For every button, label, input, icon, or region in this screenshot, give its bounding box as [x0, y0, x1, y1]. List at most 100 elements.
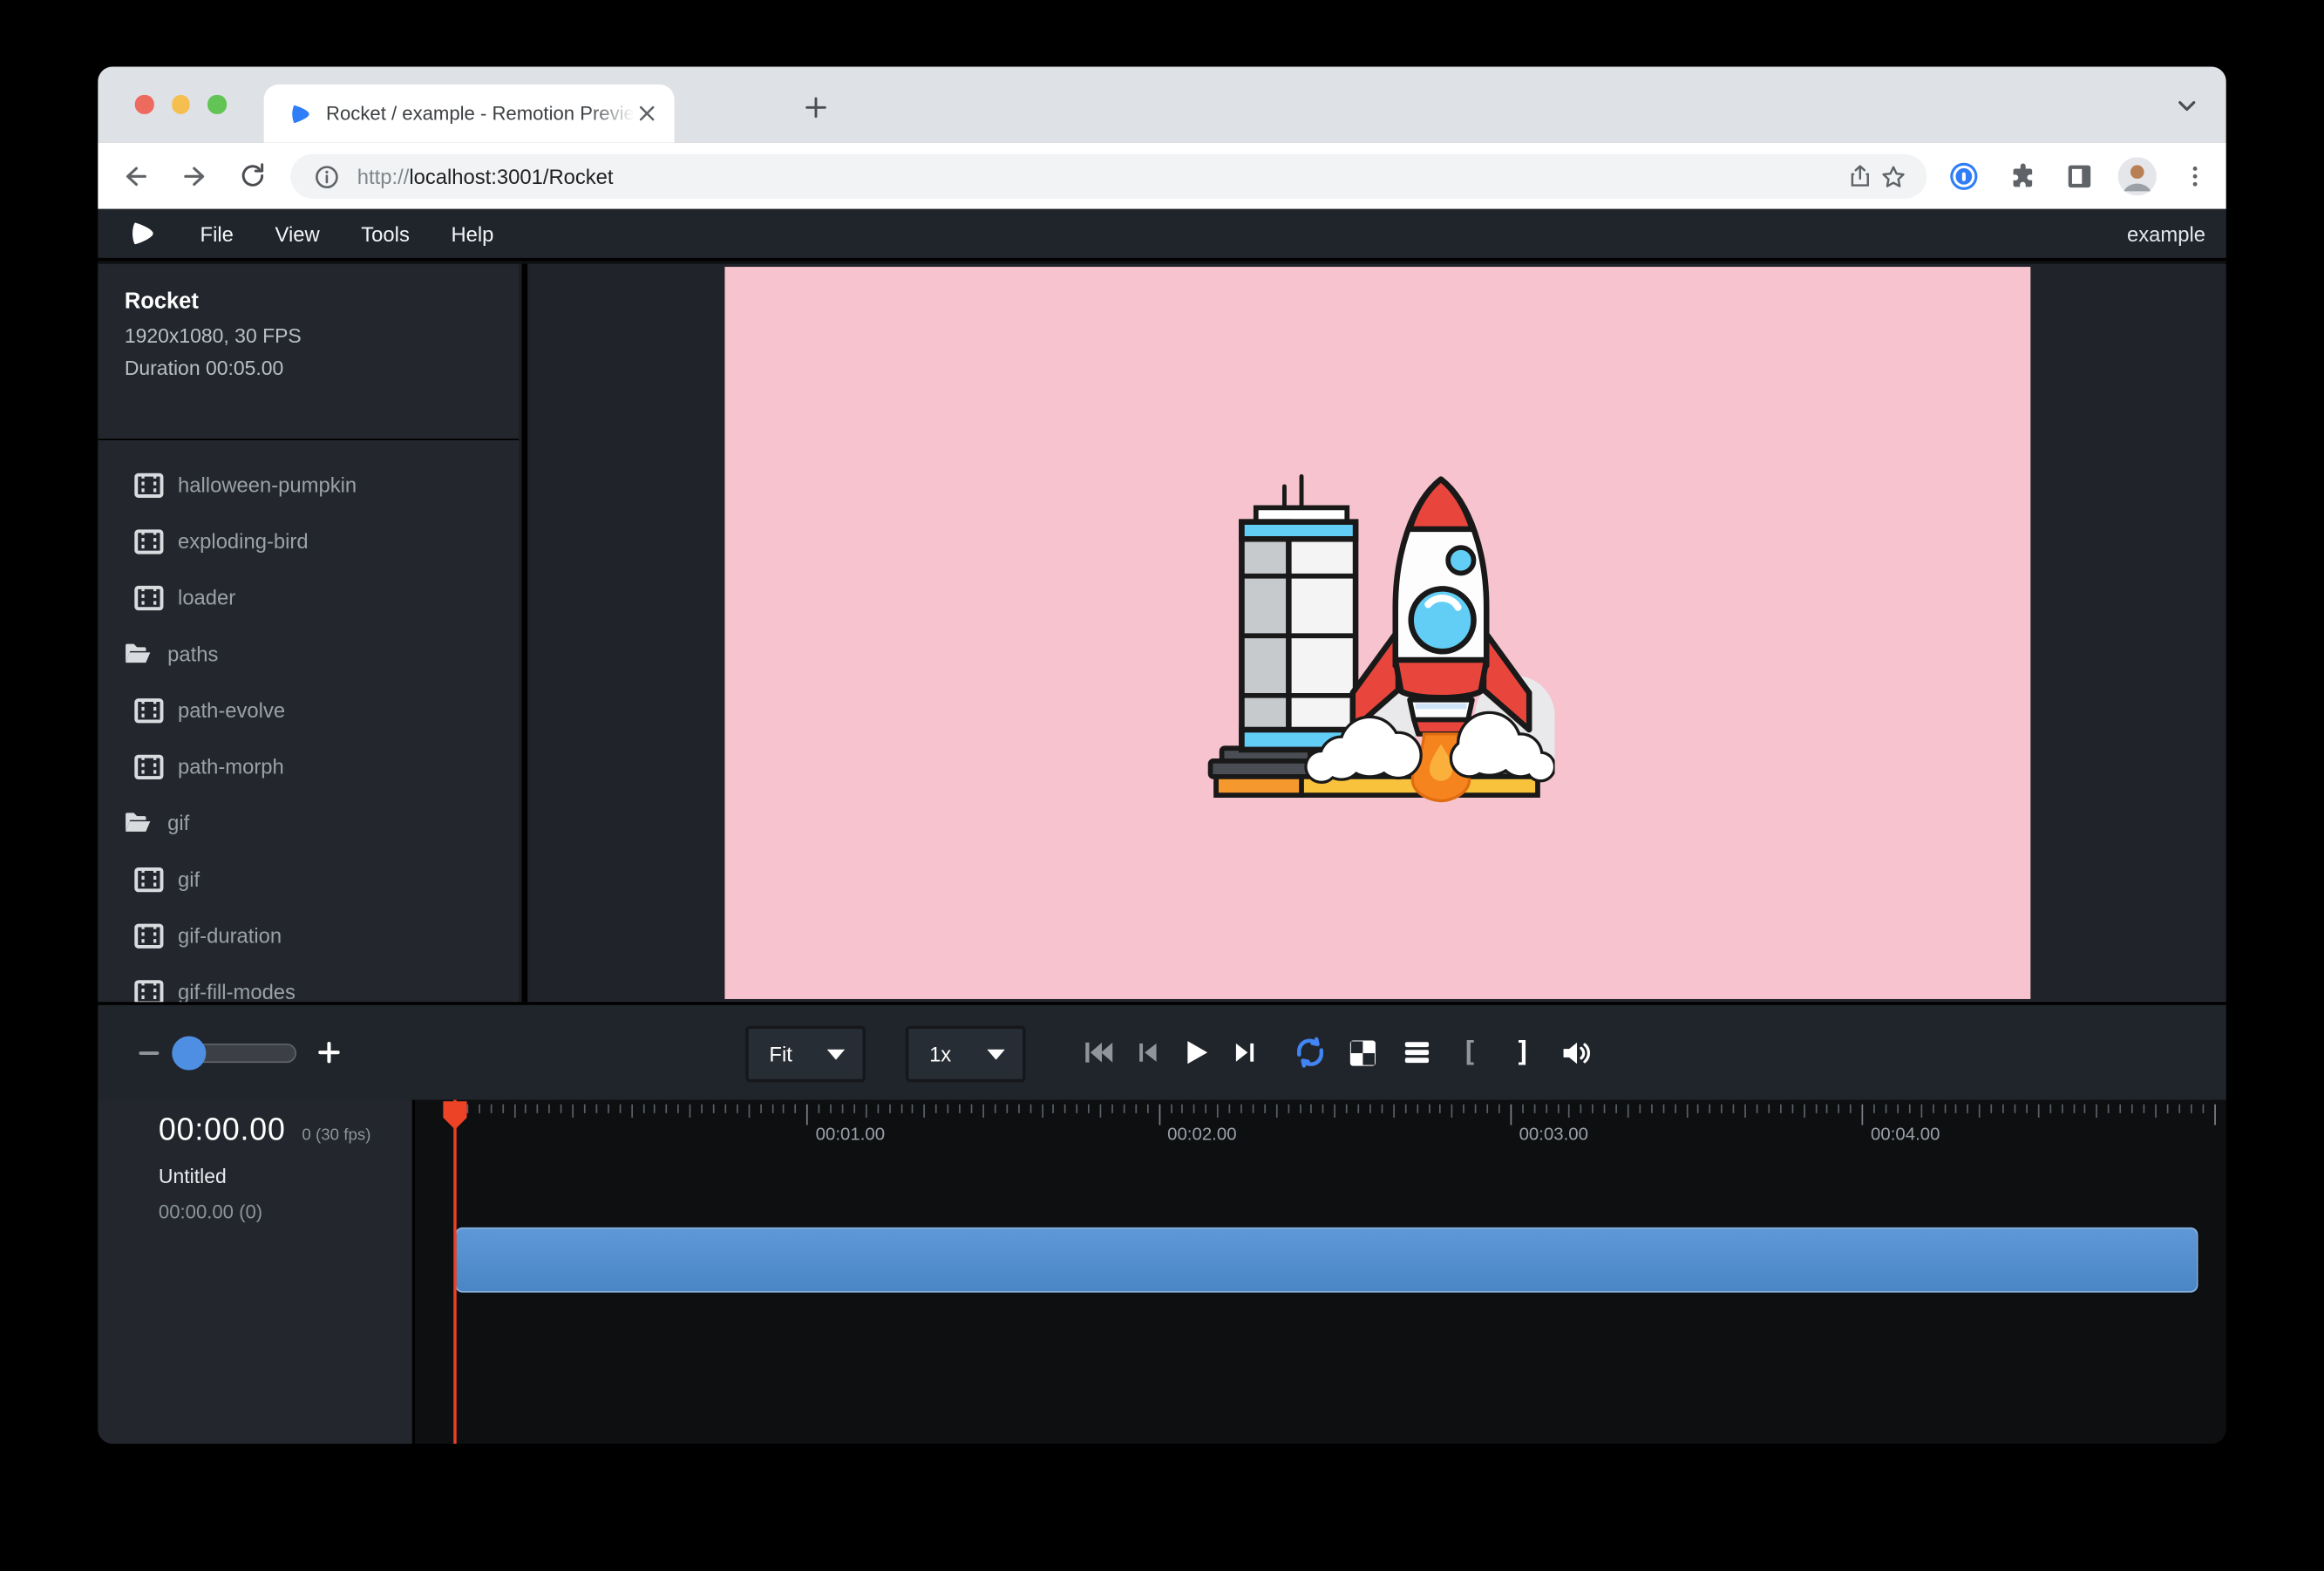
composition-item-exploding-bird[interactable]: exploding-bird [98, 513, 521, 569]
sidebar-resize-handle[interactable] [519, 264, 521, 1003]
loop-toggle-icon[interactable] [1291, 1034, 1328, 1071]
ruler-frame-tick [2178, 1105, 2180, 1113]
ruler-frame-tick [2049, 1105, 2051, 1113]
chevron-down-icon [987, 1049, 1004, 1059]
ruler-frame-tick [2015, 1105, 2016, 1113]
composition-resolution: 1920x1080, 30 FPS [125, 324, 495, 347]
tab-search-chevron-icon[interactable] [2167, 86, 2205, 125]
previous-frame-button[interactable] [1130, 1035, 1165, 1071]
playhead-pin[interactable] [442, 1100, 469, 1132]
minimize-window-button[interactable] [171, 95, 189, 113]
zoom-slider-thumb[interactable] [172, 1036, 206, 1070]
reload-button[interactable] [235, 160, 268, 192]
ruler-frame-tick [1850, 1105, 1852, 1113]
ruler-frame-tick [677, 1105, 679, 1113]
skip-to-start-button[interactable] [1080, 1035, 1116, 1071]
back-button[interactable] [120, 160, 153, 192]
ruler-frame-tick [1979, 1105, 1981, 1118]
folder-item-gif[interactable]: gif [98, 794, 521, 851]
ruler-frame-tick [1170, 1105, 1172, 1113]
site-info-icon[interactable] [309, 160, 342, 193]
share-icon[interactable] [1844, 160, 1876, 193]
remotion-logo-icon[interactable] [131, 221, 156, 246]
remotion-favicon [290, 103, 311, 124]
film-icon [133, 751, 165, 782]
timeline-tracks-area[interactable]: 00:01.0000:02.0000:03.0000:04.00 [418, 1100, 2225, 1444]
ruler-frame-tick [2155, 1105, 2157, 1118]
composition-item-gif-duration[interactable]: gif-duration [98, 908, 521, 964]
project-label: example [2127, 221, 2205, 245]
ruler-frame-tick [1053, 1105, 1055, 1113]
composition-item-loader[interactable]: loader [98, 569, 521, 626]
play-button[interactable] [1179, 1035, 1214, 1071]
film-icon [133, 976, 165, 1003]
main-content: Rocket 1920x1080, 30 FPS Duration 00:05.… [98, 264, 2226, 1003]
rocket-illustration [1199, 447, 1555, 818]
forward-button[interactable] [178, 160, 210, 192]
ruler-frame-tick [1135, 1105, 1137, 1113]
sequence-track-bar[interactable] [455, 1228, 2198, 1293]
browser-menu-kebab-icon[interactable] [2176, 157, 2214, 195]
ruler-frame-tick [526, 1105, 527, 1113]
ruler-frame-tick [1029, 1105, 1031, 1113]
in-point-bracket-icon[interactable]: [ [1451, 1034, 1489, 1071]
ruler-frame-tick [490, 1105, 492, 1113]
browser-tab[interactable]: Rocket / example - Remotion Preview [264, 85, 675, 142]
zoom-in-icon[interactable] [317, 1041, 341, 1064]
address-bar[interactable]: http://localhost:3001/Rocket [290, 154, 1926, 199]
playhead-line[interactable] [453, 1100, 456, 1444]
ruler-frame-tick [724, 1105, 726, 1113]
zoom-out-icon[interactable] [138, 1041, 160, 1064]
folder-item-paths[interactable]: paths [98, 626, 521, 683]
ruler-frame-tick [2038, 1105, 2040, 1118]
folder-open-icon [120, 637, 154, 670]
extensions-puzzle-icon[interactable] [2002, 157, 2041, 195]
menu-item-view[interactable]: View [255, 221, 341, 245]
next-frame-button[interactable] [1227, 1035, 1263, 1071]
playback-speed-select[interactable]: 1x [906, 1026, 1026, 1083]
volume-icon[interactable] [1558, 1034, 1595, 1071]
menu-items: FileViewToolsHelp [180, 221, 514, 245]
preview-canvas[interactable] [724, 267, 2030, 999]
menu-item-help[interactable]: Help [431, 221, 515, 245]
ruler-frame-tick [1662, 1105, 1664, 1113]
password-manager-extension-icon[interactable] [1945, 157, 1983, 195]
close-window-button[interactable] [135, 95, 153, 113]
side-panel-extension-icon[interactable] [2060, 157, 2098, 195]
ruler-frame-tick [853, 1105, 855, 1113]
url-text[interactable]: http://localhost:3001/Rocket [357, 165, 1844, 188]
ruler-frame-tick [1417, 1105, 1418, 1113]
timeline-ruler[interactable]: 00:01.0000:02.0000:03.0000:04.00 [418, 1100, 2225, 1145]
ruler-frame-tick [1264, 1105, 1266, 1113]
profile-avatar[interactable] [2118, 157, 2157, 195]
canvas-size-select[interactable]: Fit [745, 1026, 866, 1083]
tab-close-icon[interactable] [635, 101, 660, 126]
item-label: loader [178, 586, 235, 609]
bookmark-star-icon[interactable] [1877, 160, 1909, 193]
ruler-second-tick [2213, 1105, 2215, 1126]
film-icon [133, 469, 165, 500]
item-label: path-evolve [178, 698, 285, 722]
out-point-bracket-icon[interactable]: ] [1505, 1034, 1542, 1071]
maximize-window-button[interactable] [207, 95, 226, 113]
composition-item-path-morph[interactable]: path-morph [98, 738, 521, 795]
timeline-zoom-slider[interactable] [180, 1043, 296, 1062]
menu-item-file[interactable]: File [180, 221, 255, 245]
timeline-rows-icon[interactable] [1397, 1034, 1435, 1071]
composition-item-gif[interactable]: gif [98, 851, 521, 908]
ruler-frame-tick [619, 1105, 621, 1113]
ruler-frame-tick [713, 1105, 715, 1113]
composition-item-gif-fill-modes[interactable]: gif-fill-modes [98, 963, 521, 1002]
menu-item-tools[interactable]: Tools [340, 221, 430, 245]
transparency-checkerboard-icon[interactable] [1344, 1034, 1382, 1071]
ruler-frame-tick [1991, 1105, 1993, 1113]
ruler-frame-tick [1322, 1105, 1324, 1113]
current-timecode: 00:00.00 [159, 1113, 286, 1149]
ruler-frame-tick [1615, 1105, 1617, 1113]
ruler-frame-tick [608, 1105, 609, 1113]
composition-item-halloween-pumpkin[interactable]: halloween-pumpkin [98, 457, 521, 513]
ruler-frame-tick [1206, 1105, 1207, 1113]
new-tab-button[interactable] [794, 86, 836, 128]
ruler-frame-tick [830, 1105, 832, 1113]
composition-item-path-evolve[interactable]: path-evolve [98, 682, 521, 738]
